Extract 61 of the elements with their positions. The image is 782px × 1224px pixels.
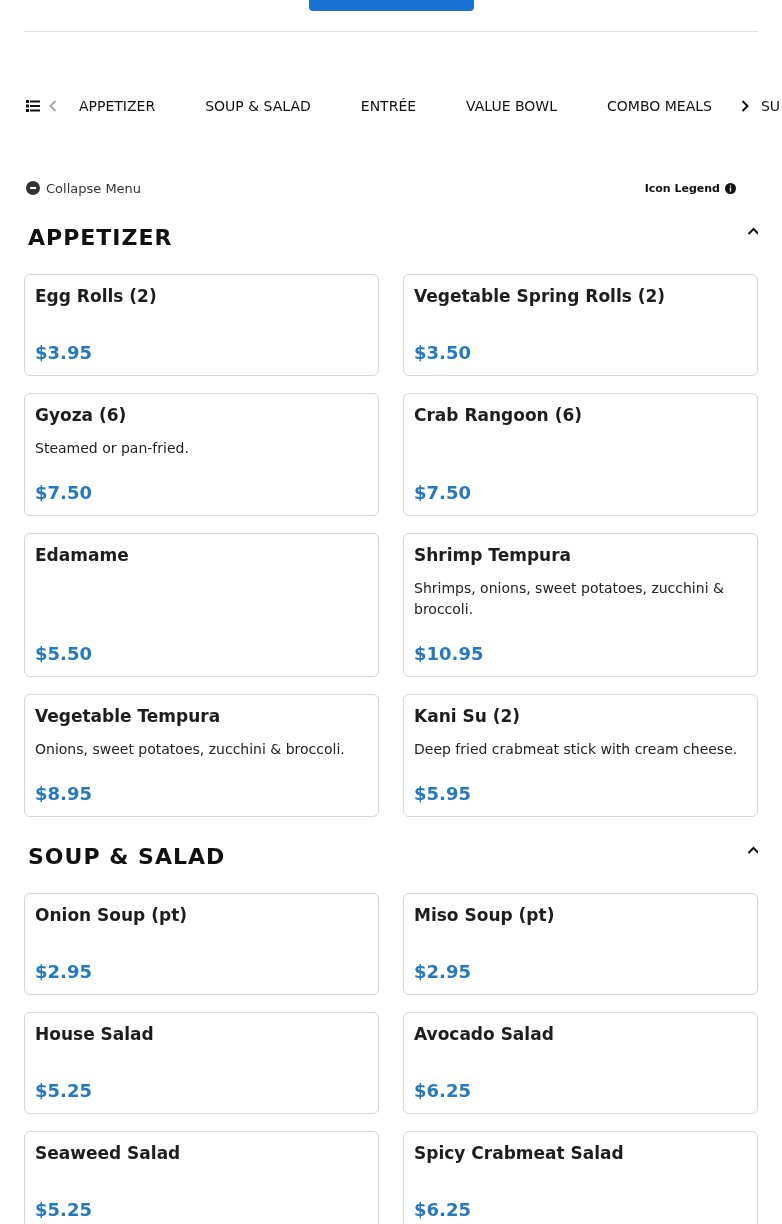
menu-item-card[interactable]: Spicy Crabmeat Salad $6.25 bbox=[403, 1131, 758, 1224]
item-price: $3.50 bbox=[414, 341, 472, 365]
item-name: Onion Soup (pt) bbox=[35, 904, 189, 926]
item-description: Steamed or pan-fried. bbox=[35, 439, 190, 458]
item-price: $6.25 bbox=[414, 1198, 472, 1222]
category-tab[interactable]: SU bbox=[760, 98, 781, 114]
item-name: Vegetable Spring Rolls (2) bbox=[414, 285, 667, 307]
item-name: Crab Rangoon (6) bbox=[414, 404, 583, 426]
item-name: Edamame bbox=[35, 544, 130, 566]
item-name: Shrimp Tempura bbox=[414, 544, 573, 566]
item-name: Miso Soup (pt) bbox=[414, 904, 556, 926]
menu-item-card[interactable]: Crab Rangoon (6) $7.50 bbox=[403, 393, 758, 516]
menu-item-card[interactable]: Gyoza (6) Steamed or pan-fried. $7.50 bbox=[24, 393, 379, 516]
item-name: Spicy Crabmeat Salad bbox=[414, 1142, 625, 1164]
item-name: Vegetable Tempura bbox=[35, 705, 222, 727]
item-price: $6.25 bbox=[414, 1079, 472, 1103]
item-price: $5.50 bbox=[35, 642, 93, 666]
item-price: $7.50 bbox=[35, 481, 93, 505]
category-tab[interactable]: SOUP & SALAD bbox=[205, 98, 311, 114]
menu-item-card[interactable]: Avocado Salad $6.25 bbox=[403, 1012, 758, 1114]
item-description: Onions, sweet potatoes, zucchini & broccoli. bbox=[35, 740, 346, 759]
item-name: Egg Rolls (2) bbox=[35, 285, 158, 307]
item-price: $5.25 bbox=[35, 1079, 93, 1103]
item-description: Shrimps, onions, sweet potatoes, zucchini & broccoli. bbox=[414, 579, 725, 619]
item-price: $3.95 bbox=[35, 341, 93, 365]
item-price: $2.95 bbox=[414, 960, 472, 984]
category-tab[interactable]: ENTRÉE bbox=[360, 98, 417, 114]
category-tab[interactable]: APPETIZER bbox=[79, 98, 156, 114]
item-name: Avocado Salad bbox=[414, 1023, 555, 1045]
section-title: APPETIZER bbox=[28, 224, 173, 252]
section-title: SOUP & SALAD bbox=[28, 843, 226, 871]
menu-list-button[interactable] bbox=[26, 100, 40, 112]
minus-circle-icon bbox=[26, 181, 40, 195]
menu-item-card[interactable]: Edamame $5.50 bbox=[24, 533, 379, 677]
menu-item-card[interactable]: Egg Rolls (2) $3.95 bbox=[24, 274, 379, 376]
item-price: $5.25 bbox=[35, 1198, 93, 1222]
category-tab[interactable]: COMBO MEALS bbox=[607, 98, 712, 114]
item-price: $7.50 bbox=[414, 481, 472, 505]
item-price: $2.95 bbox=[35, 960, 93, 984]
menu-item-card[interactable]: Vegetable Tempura Onions, sweet potatoes, zucchini & broccoli. $8.95 bbox=[24, 694, 379, 817]
category-tab[interactable]: VALUE BOWL bbox=[466, 98, 557, 114]
menu-item-card[interactable]: Miso Soup (pt) $2.95 bbox=[403, 893, 758, 995]
item-price: $8.95 bbox=[35, 782, 93, 806]
collapse-menu-button[interactable]: Collapse Menu bbox=[26, 180, 142, 196]
icon-legend-button[interactable]: Icon Legend bbox=[644, 181, 758, 195]
item-name: Kani Su (2) bbox=[414, 705, 522, 727]
item-name: Gyoza (6) bbox=[35, 404, 128, 426]
item-price: $10.95 bbox=[414, 642, 485, 666]
menu-item-card[interactable]: Seaweed Salad $5.25 bbox=[24, 1131, 379, 1224]
item-description: Deep fried crabmeat stick with cream cheese. bbox=[414, 740, 739, 759]
info-icon bbox=[725, 182, 736, 194]
item-price: $5.95 bbox=[414, 782, 472, 806]
chevron-left-icon bbox=[47, 99, 59, 113]
item-name: Seaweed Salad bbox=[35, 1142, 182, 1164]
menu-item-card[interactable]: Kani Su (2) Deep fried crabmeat stick with cream cheese. $5.95 bbox=[403, 694, 758, 817]
menu-item-card[interactable]: House Salad $5.25 bbox=[24, 1012, 379, 1114]
item-name: House Salad bbox=[35, 1023, 155, 1045]
list-icon bbox=[26, 100, 40, 112]
menu-item-card[interactable]: Vegetable Spring Rolls (2) $3.50 bbox=[403, 274, 758, 376]
menu-item-card[interactable]: Onion Soup (pt) $2.95 bbox=[24, 893, 379, 995]
menu-item-card[interactable]: Shrimp Tempura Shrimps, onions, sweet potatoes, zucchini & broccoli. $10.95 bbox=[403, 533, 758, 677]
